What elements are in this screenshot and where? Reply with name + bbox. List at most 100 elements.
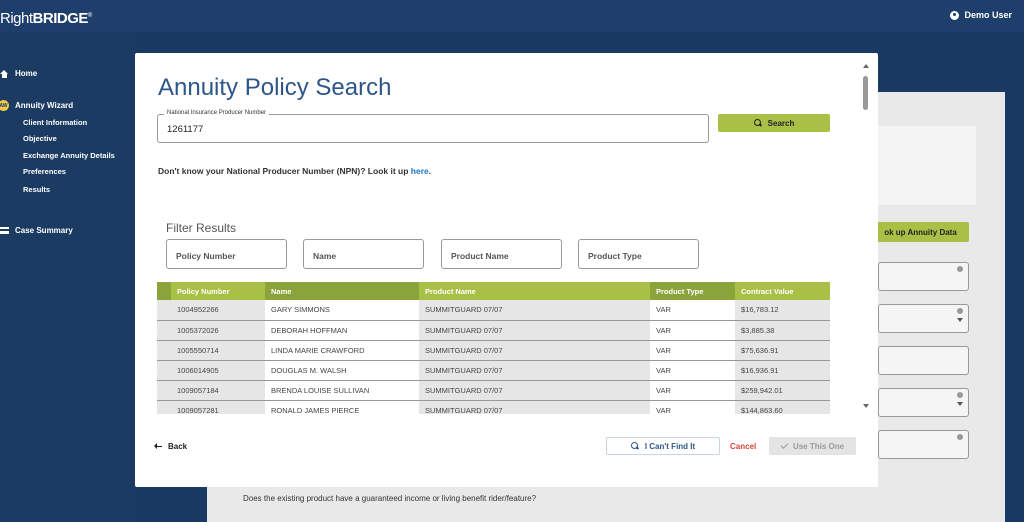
sidebar-item-label: Home [15,69,38,78]
user-name: Demo User [964,10,1012,20]
logo-text-bold: BRIDGE [32,10,89,27]
table-row[interactable]: 1004952266 GARY SIMMONS SUMMITGUARD 07/0… [157,300,830,321]
background-select[interactable] [878,304,969,333]
column-header-product-type[interactable]: Product Type [650,282,735,300]
sidebar-item-objective[interactable]: Objective [23,134,57,143]
cant-find-it-button[interactable]: I Can't Find It [606,437,720,455]
use-this-one-button[interactable]: Use This One [769,437,856,455]
npn-value: 1261177 [167,124,204,135]
user-icon [950,10,960,20]
cell-name: DEBORAH HOFFMAN [265,320,419,341]
sidebar-item-preferences[interactable]: Preferences [23,167,66,176]
sidebar-item-home[interactable]: Home [0,69,37,78]
npn-lookup-prompt: Don't know your National Producer Number… [158,166,409,176]
filter-results-title: Filter Results [166,221,237,235]
cell-name: BRENDA LOUISE SULLIVAN [265,380,419,401]
npn-lookup-link[interactable]: here [411,166,429,176]
cell-product-type: VAR [650,340,735,361]
modal-title: Annuity Policy Search [158,74,392,101]
row-spacer [157,380,171,401]
cell-product-type: VAR [650,380,735,401]
user-menu[interactable]: Demo User [950,10,1012,20]
cell-name: GARY SIMMONS [265,300,419,321]
home-icon [0,69,9,78]
cell-product-name: SUMMITGUARD 07/07 [419,380,650,401]
background-select[interactable] [878,388,969,417]
npn-lookup-period: . [428,166,432,176]
sidebar-item-annuity-wizard[interactable]: AW Annuity Wizard [0,100,73,111]
cell-product-type: VAR [650,400,735,414]
cell-product-name: SUMMITGUARD 07/07 [419,360,650,381]
sidebar: Home AW Annuity Wizard Client Informatio… [0,32,135,522]
cell-product-type: VAR [650,320,735,341]
table-row[interactable]: 1009057184 BRENDA LOUISE SULLIVAN SUMMIT… [157,380,830,401]
search-button[interactable]: Search [718,114,830,132]
npn-lookup-text: Don't know your National Producer Number… [158,166,431,176]
background-info-box [878,126,976,205]
chevron-down-icon [957,402,963,406]
background-field[interactable] [878,430,969,459]
annuity-wizard-icon: AW [0,100,9,111]
modal-scrollbar[interactable] [861,62,871,412]
filter-product-type[interactable]: Product Type [578,239,699,269]
chevron-down-icon [957,318,963,322]
cell-product-name: SUMMITGUARD 07/07 [419,400,650,414]
row-spacer [157,300,171,321]
cell-product-name: SUMMITGUARD 07/07 [419,320,650,341]
npn-field[interactable]: National Insurance Producer Number 12611… [157,110,709,143]
lookup-annuity-data-button[interactable]: ok up Annuity Data [872,222,969,242]
column-header-contract-value[interactable]: Contract Value [735,282,830,300]
sidebar-item-exchange-annuity-details[interactable]: Exchange Annuity Details [23,151,115,160]
cell-contract-value: $144,863.60 [735,400,830,414]
filter-product-name[interactable]: Product Name [441,239,562,269]
cell-name: RONALD JAMES PIERCE [265,400,419,414]
back-button[interactable]: Back [154,442,187,451]
cell-policy-number: 1009057184 [171,380,265,401]
cell-policy-number: 1005372026 [171,320,265,341]
table-row[interactable]: 1006014905 DOUGLAS M. WALSH SUMMITGUARD … [157,360,830,381]
scrollbar-thumb[interactable] [863,76,868,110]
filter-name[interactable]: Name [303,239,424,269]
cell-product-name: SUMMITGUARD 07/07 [419,340,650,361]
background-field[interactable] [878,346,969,375]
sidebar-item-client-information[interactable]: Client Information [23,118,87,127]
scroll-up-icon[interactable] [863,64,869,68]
top-bar: RightBRIDGE® Demo User [0,0,1024,32]
table-row[interactable]: 1005372026 DEBORAH HOFFMAN SUMMITGUARD 0… [157,320,830,341]
help-icon [957,434,963,440]
help-icon [957,308,963,314]
sidebar-item-label: Annuity Wizard [15,101,74,110]
sidebar-item-results[interactable]: Results [23,185,50,194]
arrow-left-icon [154,443,162,449]
cell-contract-value: $16,936.91 [735,360,830,381]
cell-name: DOUGLAS M. WALSH [265,360,419,381]
npn-label: National Insurance Producer Number [164,110,270,116]
background-question: Does the existing product have a guarant… [243,494,537,503]
column-header-name[interactable]: Name [265,282,419,300]
cell-policy-number: 1009057281 [171,400,265,414]
scroll-down-icon[interactable] [863,404,869,408]
row-spacer [157,400,171,414]
table-header-spacer [157,282,171,300]
cell-policy-number: 1005550714 [171,340,265,361]
table-row[interactable]: 1009057281 RONALD JAMES PIERCE SUMMITGUA… [157,400,830,414]
row-spacer [157,320,171,341]
annuity-policy-search-modal: Annuity Policy Search National Insurance… [135,53,878,487]
check-icon [780,440,789,449]
help-icon [957,392,963,398]
search-icon [630,442,639,450]
search-icon [753,119,762,127]
cancel-button[interactable]: Cancel [730,442,756,451]
cell-contract-value: $16,783.12 [735,300,830,321]
column-header-policy-number[interactable]: Policy Number [171,282,265,300]
cell-product-name: SUMMITGUARD 07/07 [419,300,650,321]
cell-policy-number: 1004952266 [171,300,265,321]
sidebar-item-case-summary[interactable]: Case Summary [0,226,73,235]
filter-policy-number[interactable]: Policy Number [166,239,287,269]
results-table: Policy Number Name Product Name Product … [157,282,830,414]
rightbridge-logo[interactable]: RightBRIDGE® [0,10,92,27]
cell-product-type: VAR [650,300,735,321]
column-header-product-name[interactable]: Product Name [419,282,650,300]
table-row[interactable]: 1005550714 LINDA MARIE CRAWFORD SUMMITGU… [157,340,830,361]
background-field[interactable] [878,262,969,291]
